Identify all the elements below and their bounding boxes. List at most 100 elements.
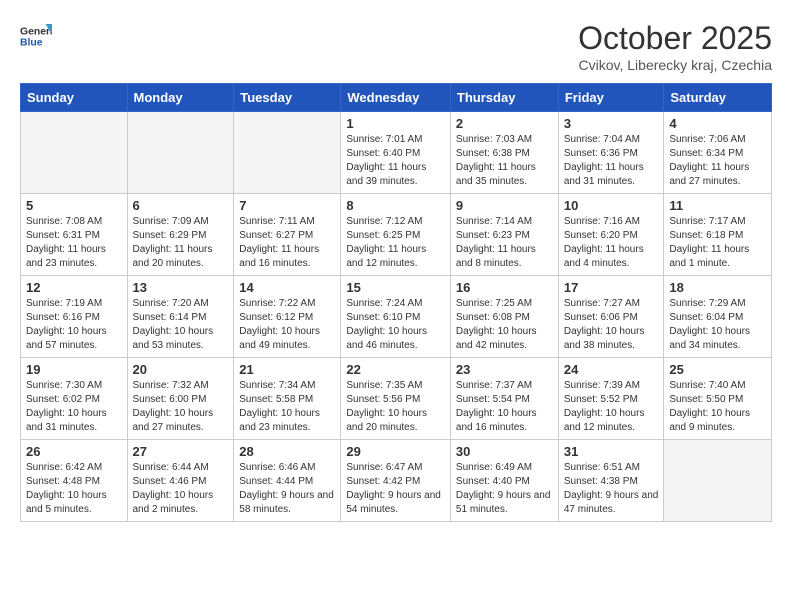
day-info: Sunrise: 7:08 AM Sunset: 6:31 PM Dayligh… [26,215,122,271]
calendar-cell: 6 Sunrise: 7:09 AM Sunset: 6:29 PM Daylig… [127,194,234,276]
calendar-cell: 11 Sunrise: 7:17 AM Sunset: 6:18 PM Dayli… [664,194,772,276]
svg-text:General: General [20,26,52,37]
day-info: Sunrise: 7:03 AM Sunset: 6:38 PM Dayligh… [456,133,553,189]
day-info: Sunrise: 7:37 AM Sunset: 5:54 PM Dayligh… [456,379,553,435]
day-number: 31 [564,444,659,459]
calendar-cell: 20Sunrise: 7:32 AM Sunset: 6:00 PM Dayli… [127,358,234,440]
calendar-cell: 14Sunrise: 7:22 AM Sunset: 6:12 PM Dayli… [234,276,341,358]
calendar-cell: 12Sunrise: 7:19 AM Sunset: 6:16 PM Dayli… [21,276,128,358]
day-number: 4 [669,116,766,131]
calendar-cell: 4 Sunrise: 7:06 AM Sunset: 6:34 PM Daylig… [664,112,772,194]
calendar-cell: 1 Sunrise: 7:01 AM Sunset: 6:40 PM Daylig… [341,112,451,194]
calendar-week-1: 1 Sunrise: 7:01 AM Sunset: 6:40 PM Daylig… [21,112,772,194]
day-info: Sunrise: 7:30 AM Sunset: 6:02 PM Dayligh… [26,379,122,435]
calendar-cell [21,112,128,194]
title-block: October 2025 Cvikov, Liberecky kraj, Cze… [578,20,772,73]
day-info: Sunrise: 7:01 AM Sunset: 6:40 PM Dayligh… [346,133,445,189]
day-info: Sunrise: 7:16 AM Sunset: 6:20 PM Dayligh… [564,215,659,271]
col-header-saturday: Saturday [664,84,772,112]
day-number: 14 [239,280,335,295]
calendar-table: SundayMondayTuesdayWednesdayThursdayFrid… [20,83,772,522]
day-number: 21 [239,362,335,377]
logo: General Blue [20,20,56,52]
calendar-cell [127,112,234,194]
day-number: 15 [346,280,445,295]
calendar-cell: 30 Sunrise: 6:49 AM Sunset: 4:40 PM Dayli… [450,440,558,522]
day-info: Sunrise: 7:24 AM Sunset: 6:10 PM Dayligh… [346,297,445,353]
month-title: October 2025 [578,20,772,57]
calendar-week-5: 26 Sunrise: 6:42 AM Sunset: 4:48 PM Dayli… [21,440,772,522]
day-number: 7 [239,198,335,213]
logo-icon: General Blue [20,20,52,52]
calendar-cell: 13 Sunrise: 7:20 AM Sunset: 6:14 PM Dayli… [127,276,234,358]
day-number: 24 [564,362,659,377]
col-header-friday: Friday [558,84,664,112]
day-number: 2 [456,116,553,131]
calendar-cell: 28 Sunrise: 6:46 AM Sunset: 4:44 PM Dayli… [234,440,341,522]
day-number: 26 [26,444,122,459]
calendar-cell: 15 Sunrise: 7:24 AM Sunset: 6:10 PM Dayli… [341,276,451,358]
col-header-wednesday: Wednesday [341,84,451,112]
day-number: 13 [133,280,229,295]
day-number: 8 [346,198,445,213]
calendar-cell: 16 Sunrise: 7:25 AM Sunset: 6:08 PM Dayli… [450,276,558,358]
day-info: Sunrise: 6:46 AM Sunset: 4:44 PM Dayligh… [239,461,335,517]
calendar-cell: 23Sunrise: 7:37 AM Sunset: 5:54 PM Dayli… [450,358,558,440]
calendar-cell: 7Sunrise: 7:11 AM Sunset: 6:27 PM Daylig… [234,194,341,276]
day-info: Sunrise: 7:04 AM Sunset: 6:36 PM Dayligh… [564,133,659,189]
calendar-cell: 9Sunrise: 7:14 AM Sunset: 6:23 PM Daylig… [450,194,558,276]
day-number: 12 [26,280,122,295]
page-header: General Blue October 2025 Cvikov, Libere… [20,20,772,73]
day-info: Sunrise: 6:44 AM Sunset: 4:46 PM Dayligh… [133,461,229,517]
day-number: 29 [346,444,445,459]
day-info: Sunrise: 7:40 AM Sunset: 5:50 PM Dayligh… [669,379,766,435]
day-number: 17 [564,280,659,295]
day-number: 25 [669,362,766,377]
calendar-cell: 21 Sunrise: 7:34 AM Sunset: 5:58 PM Dayli… [234,358,341,440]
day-info: Sunrise: 7:25 AM Sunset: 6:08 PM Dayligh… [456,297,553,353]
day-number: 27 [133,444,229,459]
calendar-cell: 25 Sunrise: 7:40 AM Sunset: 5:50 PM Dayli… [664,358,772,440]
col-header-sunday: Sunday [21,84,128,112]
day-info: Sunrise: 7:35 AM Sunset: 5:56 PM Dayligh… [346,379,445,435]
day-info: Sunrise: 7:27 AM Sunset: 6:06 PM Dayligh… [564,297,659,353]
day-info: Sunrise: 7:17 AM Sunset: 6:18 PM Dayligh… [669,215,766,271]
day-info: Sunrise: 6:42 AM Sunset: 4:48 PM Dayligh… [26,461,122,517]
col-header-thursday: Thursday [450,84,558,112]
day-info: Sunrise: 7:06 AM Sunset: 6:34 PM Dayligh… [669,133,766,189]
day-info: Sunrise: 6:51 AM Sunset: 4:38 PM Dayligh… [564,461,659,517]
calendar-header-row: SundayMondayTuesdayWednesdayThursdayFrid… [21,84,772,112]
day-number: 3 [564,116,659,131]
calendar-cell: 3 Sunrise: 7:04 AM Sunset: 6:36 PM Daylig… [558,112,664,194]
day-info: Sunrise: 7:09 AM Sunset: 6:29 PM Dayligh… [133,215,229,271]
day-number: 19 [26,362,122,377]
calendar-cell: 19 Sunrise: 7:30 AM Sunset: 6:02 PM Dayli… [21,358,128,440]
day-number: 28 [239,444,335,459]
day-info: Sunrise: 6:47 AM Sunset: 4:42 PM Dayligh… [346,461,445,517]
day-info: Sunrise: 7:12 AM Sunset: 6:25 PM Dayligh… [346,215,445,271]
calendar-cell: 27 Sunrise: 6:44 AM Sunset: 4:46 PM Dayli… [127,440,234,522]
day-number: 30 [456,444,553,459]
location-subtitle: Cvikov, Liberecky kraj, Czechia [578,57,772,73]
calendar-cell [234,112,341,194]
day-number: 1 [346,116,445,131]
calendar-cell [664,440,772,522]
day-info: Sunrise: 6:49 AM Sunset: 4:40 PM Dayligh… [456,461,553,517]
day-number: 16 [456,280,553,295]
day-info: Sunrise: 7:34 AM Sunset: 5:58 PM Dayligh… [239,379,335,435]
calendar-cell: 2 Sunrise: 7:03 AM Sunset: 6:38 PM Daylig… [450,112,558,194]
day-number: 18 [669,280,766,295]
calendar-cell: 26 Sunrise: 6:42 AM Sunset: 4:48 PM Dayli… [21,440,128,522]
day-number: 20 [133,362,229,377]
calendar-week-2: 5Sunrise: 7:08 AM Sunset: 6:31 PM Daylig… [21,194,772,276]
calendar-cell: 17 Sunrise: 7:27 AM Sunset: 6:06 PM Dayli… [558,276,664,358]
calendar-cell: 18 Sunrise: 7:29 AM Sunset: 6:04 PM Dayli… [664,276,772,358]
day-number: 11 [669,198,766,213]
day-info: Sunrise: 7:29 AM Sunset: 6:04 PM Dayligh… [669,297,766,353]
col-header-tuesday: Tuesday [234,84,341,112]
calendar-cell: 8 Sunrise: 7:12 AM Sunset: 6:25 PM Daylig… [341,194,451,276]
calendar-cell: 22Sunrise: 7:35 AM Sunset: 5:56 PM Dayli… [341,358,451,440]
day-info: Sunrise: 7:20 AM Sunset: 6:14 PM Dayligh… [133,297,229,353]
calendar-week-3: 12Sunrise: 7:19 AM Sunset: 6:16 PM Dayli… [21,276,772,358]
day-number: 6 [133,198,229,213]
